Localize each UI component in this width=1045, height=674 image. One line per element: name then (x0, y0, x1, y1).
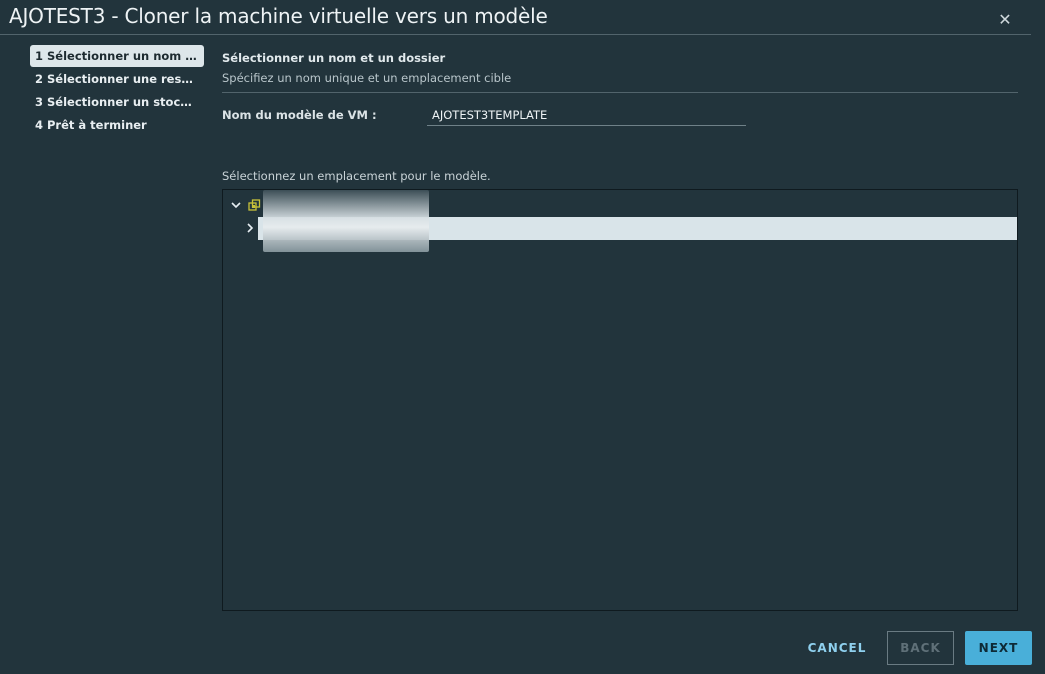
wizard-step-4[interactable]: 4 Prêt à terminer (30, 114, 204, 136)
vm-template-name-label: Nom du modèle de VM : (222, 108, 377, 122)
next-button[interactable]: NEXT (965, 631, 1032, 665)
location-label: Sélectionnez un emplacement pour le modè… (222, 169, 491, 183)
section-divider (222, 92, 1018, 93)
cancel-button[interactable]: CANCEL (798, 631, 876, 665)
vm-template-name-input[interactable] (427, 104, 746, 126)
chevron-down-icon[interactable] (230, 199, 242, 211)
dialog-header: AJOTEST3 - Cloner la machine virtuelle v… (0, 0, 1045, 36)
section-title: Sélectionner un nom et un dossier (222, 51, 446, 65)
section-subtitle: Spécifiez un nom unique et un emplacemen… (222, 71, 512, 85)
redacted-tree-labels (263, 190, 429, 252)
wizard-step-1[interactable]: 1 Sélectionner un nom et un dossier (30, 45, 204, 67)
header-divider (0, 34, 1031, 35)
dialog-title: AJOTEST3 - Cloner la machine virtuelle v… (9, 4, 548, 28)
close-icon[interactable]: ✕ (995, 10, 1015, 30)
wizard-step-3[interactable]: 3 Sélectionner un stockage (30, 91, 204, 113)
back-button[interactable]: BACK (887, 631, 954, 665)
wizard-step-2[interactable]: 2 Sélectionner une ressource de calcul (30, 68, 204, 90)
chevron-right-icon[interactable] (244, 222, 256, 234)
datacenter-icon (248, 199, 261, 211)
location-tree[interactable] (222, 189, 1018, 611)
